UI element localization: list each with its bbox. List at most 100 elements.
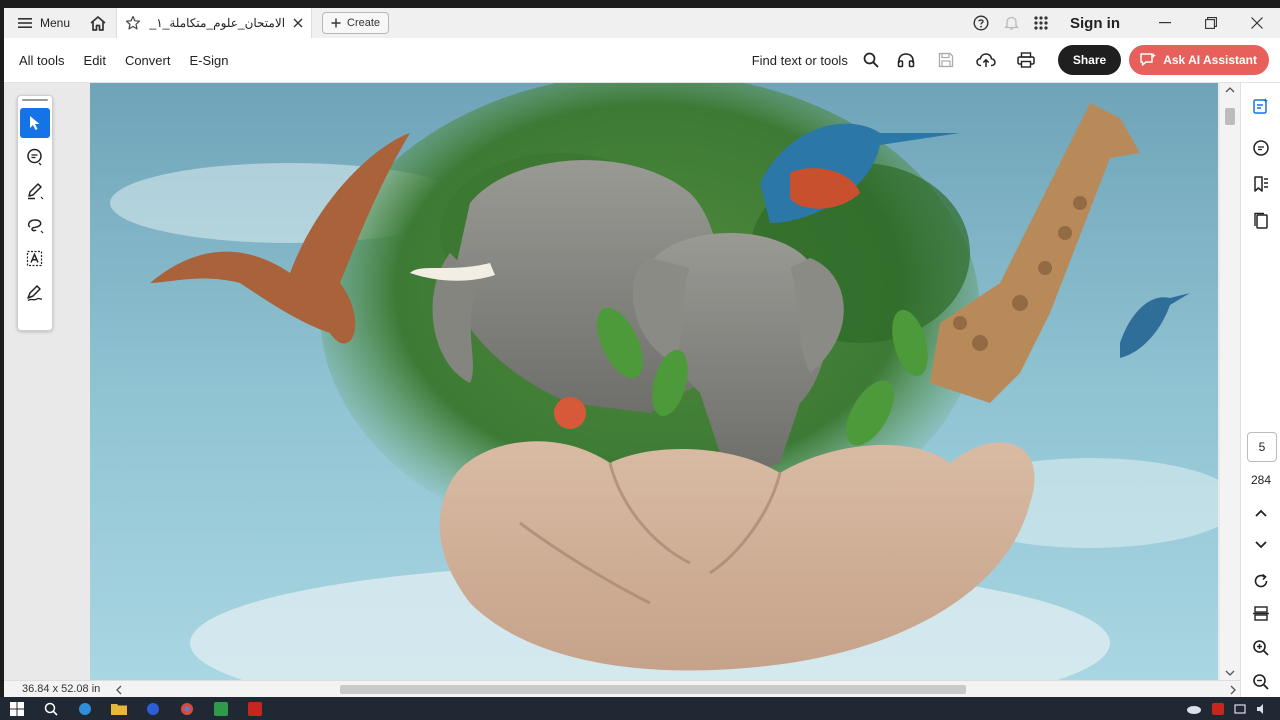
- save-button[interactable]: [926, 38, 966, 83]
- vertical-scroll-thumb[interactable]: [1225, 108, 1235, 125]
- toolbar-esign[interactable]: E-Sign: [174, 53, 228, 68]
- sign-tool-button[interactable]: [20, 278, 50, 308]
- toolbar-all-tools[interactable]: All tools: [4, 53, 65, 68]
- weather-icon[interactable]: [1186, 703, 1202, 715]
- zoom-in-button[interactable]: [1251, 638, 1271, 658]
- scroll-up-arrow-icon[interactable]: [1225, 87, 1235, 93]
- share-button[interactable]: Share: [1057, 45, 1122, 75]
- toolbar-edit[interactable]: Edit: [69, 53, 106, 68]
- draw-tool-button[interactable]: [20, 210, 50, 240]
- taskbar-app-edge[interactable]: [68, 697, 102, 720]
- spreadsheet-icon: [214, 701, 228, 716]
- close-window-button[interactable]: [1234, 8, 1280, 38]
- browser-icon: [78, 702, 92, 716]
- home-button[interactable]: [80, 8, 116, 38]
- menu-button[interactable]: Menu: [4, 8, 80, 38]
- select-tool-button[interactable]: [20, 108, 50, 138]
- restore-button[interactable]: [1188, 8, 1234, 38]
- notifications-button[interactable]: [996, 8, 1026, 38]
- print-button[interactable]: [1006, 38, 1046, 83]
- pages-icon: [1252, 212, 1270, 230]
- comment-bubble-icon: [1252, 139, 1270, 157]
- plus-icon: [331, 18, 341, 28]
- menu-label: Menu: [40, 16, 71, 30]
- taskbar-search-icon: [44, 702, 58, 716]
- ask-ai-assistant-button[interactable]: Ask AI Assistant: [1129, 45, 1269, 75]
- all-tools-panel-button[interactable]: [1251, 96, 1271, 116]
- search-icon: [863, 52, 879, 68]
- total-pages-label: 284: [1250, 473, 1272, 487]
- add-text-tool-button[interactable]: [20, 244, 50, 274]
- sign-in-link[interactable]: Sign in: [1056, 15, 1142, 32]
- restore-icon: [1205, 17, 1217, 29]
- help-icon: [973, 15, 989, 31]
- cursor-icon: [28, 115, 42, 131]
- close-icon[interactable]: [293, 18, 303, 28]
- right-side-rail: 5 284: [1240, 83, 1280, 697]
- toolbar-convert[interactable]: Convert: [110, 53, 171, 68]
- zoom-in-icon: [1252, 639, 1270, 657]
- scroll-right-arrow-icon[interactable]: [1230, 685, 1236, 695]
- taskbar-app-acrobat[interactable]: [238, 697, 272, 720]
- upload-button[interactable]: [966, 38, 1006, 83]
- signature-icon: [26, 284, 44, 302]
- scroll-left-arrow-icon[interactable]: [116, 685, 122, 695]
- comment-icon: [26, 148, 44, 166]
- text-box-icon: [26, 250, 44, 268]
- tray-app-icon[interactable]: [1212, 702, 1224, 715]
- taskbar-app-green[interactable]: [204, 697, 238, 720]
- taskbar-app-chrome[interactable]: [170, 697, 204, 720]
- minimize-icon: [1159, 22, 1171, 24]
- star-icon[interactable]: [125, 15, 141, 31]
- start-button[interactable]: [0, 697, 34, 720]
- taskbar-app-explorer[interactable]: [102, 697, 136, 720]
- taskbar-search-button[interactable]: [34, 697, 68, 720]
- headphones-icon: [897, 52, 915, 68]
- create-button[interactable]: Create: [322, 12, 390, 34]
- comments-panel-button[interactable]: [1251, 138, 1271, 158]
- previous-page-button[interactable]: [1251, 503, 1271, 523]
- folder-icon: [111, 703, 127, 715]
- palette-drag-handle[interactable]: [18, 96, 52, 104]
- scroll-mode-icon: [1252, 605, 1270, 623]
- scroll-down-arrow-icon[interactable]: [1225, 670, 1235, 676]
- zoom-out-button[interactable]: [1251, 672, 1271, 692]
- comment-tool-button[interactable]: [20, 142, 50, 172]
- cloud-upload-icon: [976, 52, 996, 68]
- bookmarks-panel-button[interactable]: [1251, 174, 1271, 194]
- main-toolbar: All tools Edit Convert E-Sign Find text …: [4, 38, 1280, 83]
- edit-panel-icon: [1252, 97, 1270, 115]
- highlight-tool-button[interactable]: [20, 176, 50, 206]
- save-icon: [938, 52, 954, 68]
- document-tab[interactable]: الامتحان_علوم_متكاملة_١_ثا..: [116, 8, 313, 38]
- read-aloud-button[interactable]: [886, 38, 926, 83]
- rotate-button[interactable]: [1251, 571, 1271, 591]
- current-page-input[interactable]: 5: [1247, 432, 1277, 462]
- title-bar: Menu الامتحان_علوم_متكاملة_١_ثا.. Create: [4, 8, 1280, 38]
- help-button[interactable]: [966, 8, 996, 38]
- horizontal-scrollbar[interactable]: [116, 681, 1240, 698]
- find-text-or-tools[interactable]: Find text or tools: [752, 53, 848, 68]
- chrome-icon: [180, 702, 194, 716]
- apps-button[interactable]: [1026, 8, 1056, 38]
- create-label: Create: [347, 17, 381, 29]
- pages-panel-button[interactable]: [1251, 211, 1271, 231]
- document-viewport[interactable]: [4, 83, 1240, 680]
- taskbar-app-browser[interactable]: [136, 697, 170, 720]
- print-icon: [1017, 52, 1035, 68]
- apps-grid-icon: [1034, 16, 1048, 30]
- tab-title: الامتحان_علوم_متكاملة_١_ثا..: [149, 16, 286, 30]
- search-button[interactable]: [856, 38, 886, 83]
- next-page-button[interactable]: [1251, 535, 1271, 555]
- chevron-up-icon: [1255, 509, 1267, 517]
- home-icon: [89, 15, 107, 32]
- tray-volume-icon[interactable]: [1256, 703, 1268, 715]
- scroll-mode-button[interactable]: [1251, 604, 1271, 624]
- vertical-scrollbar[interactable]: [1220, 83, 1240, 680]
- minimize-button[interactable]: [1142, 8, 1188, 38]
- bell-icon: [1003, 15, 1019, 31]
- hamburger-icon: [18, 17, 32, 29]
- horizontal-scroll-thumb[interactable]: [340, 684, 966, 694]
- globe-icon: [146, 702, 160, 716]
- tray-network-icon[interactable]: [1234, 703, 1246, 715]
